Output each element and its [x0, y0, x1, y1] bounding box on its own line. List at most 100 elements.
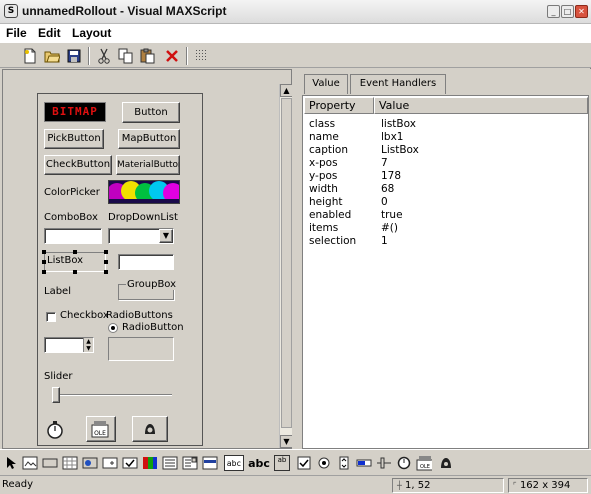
- mapbutton-tool-icon[interactable]: [62, 455, 78, 471]
- combobox-field[interactable]: [44, 228, 102, 244]
- maxscript-icon: S: [4, 4, 18, 18]
- delete-icon[interactable]: [162, 46, 182, 66]
- materialbutton-control[interactable]: MaterialButton: [116, 155, 180, 175]
- selection-handle[interactable]: [104, 250, 108, 254]
- label-tool-icon[interactable]: abc: [248, 455, 270, 471]
- property-value: lbx1: [381, 131, 404, 143]
- new-icon[interactable]: [20, 46, 40, 66]
- mapbutton-control[interactable]: MapButton: [118, 129, 180, 149]
- maximize-button[interactable]: □: [561, 5, 574, 18]
- edittext-tool-icon[interactable]: abc: [224, 455, 244, 471]
- activex-tool-icon[interactable]: OLE: [416, 455, 432, 471]
- slider-thumb[interactable]: [52, 387, 60, 403]
- pointer-icon[interactable]: [4, 455, 20, 471]
- groupbox-control[interactable]: GroupBox: [118, 279, 178, 300]
- timer-tool-icon[interactable]: [396, 455, 412, 471]
- slider-label: Slider: [44, 371, 73, 382]
- selection-handle[interactable]: [104, 270, 108, 274]
- menu-layout[interactable]: Layout: [72, 26, 111, 40]
- label-control: Label: [44, 286, 71, 297]
- spinner-tool-icon[interactable]: [102, 455, 118, 471]
- table-row[interactable]: enabled true: [303, 209, 588, 222]
- dropdownlist-field[interactable]: ▼: [108, 228, 174, 244]
- selection-handle[interactable]: [104, 260, 108, 264]
- table-row[interactable]: caption ListBox: [303, 144, 588, 157]
- slider-tool-icon[interactable]: [376, 455, 392, 471]
- spinner-field[interactable]: ▲ ▼: [44, 337, 94, 353]
- bitmap-tool-icon[interactable]: [22, 455, 38, 471]
- slider-track[interactable]: [52, 394, 172, 396]
- tab-value[interactable]: Value: [304, 74, 348, 94]
- property-name: items: [309, 222, 339, 234]
- timer-icon[interactable]: [46, 420, 64, 440]
- edittext-field[interactable]: [118, 254, 174, 270]
- listbox-control[interactable]: ListBox: [44, 252, 106, 272]
- pickbutton-control[interactable]: PickButton: [44, 129, 104, 149]
- menu-edit[interactable]: Edit: [38, 26, 61, 40]
- activex-control[interactable]: OLE: [86, 416, 116, 442]
- button-control[interactable]: Button: [122, 102, 180, 123]
- table-row[interactable]: height 0: [303, 196, 588, 209]
- listbox-tool-icon[interactable]: [202, 455, 218, 471]
- radiobuttons-label: RadioButtons: [106, 310, 173, 321]
- colorpicker-label: ColorPicker: [44, 187, 100, 198]
- multilist-control[interactable]: [108, 337, 174, 361]
- imgtag-control[interactable]: [132, 416, 168, 442]
- open-icon[interactable]: [42, 46, 62, 66]
- scroll-thumb[interactable]: [281, 98, 292, 428]
- column-header-value[interactable]: Value: [374, 97, 588, 114]
- selection-handle[interactable]: [73, 270, 77, 274]
- pickbutton-tool-icon[interactable]: [82, 455, 98, 471]
- selection-handle[interactable]: [42, 260, 46, 264]
- table-row[interactable]: y-pos 178: [303, 170, 588, 183]
- checkbutton-tool-icon[interactable]: [122, 455, 138, 471]
- save-icon[interactable]: [64, 46, 84, 66]
- spinner-arrows-icon[interactable]: ▲ ▼: [83, 338, 93, 352]
- property-value: true: [381, 209, 403, 221]
- combobox-tool-icon[interactable]: [162, 455, 178, 471]
- close-button[interactable]: ✕: [575, 5, 588, 18]
- tab-event-handlers[interactable]: Event Handlers: [350, 74, 446, 94]
- visual-maxscript-window: S unnamedRollout - Visual MAXScript _ □ …: [0, 0, 591, 494]
- grid-icon[interactable]: [192, 46, 212, 66]
- table-row[interactable]: selection 1: [303, 235, 588, 248]
- radio-button-dot[interactable]: [108, 323, 118, 333]
- colorpicker-swatch[interactable]: [108, 180, 180, 204]
- table-row[interactable]: items #(): [303, 222, 588, 235]
- selection-handle[interactable]: [42, 270, 46, 274]
- spinner2-tool-icon[interactable]: [336, 455, 352, 471]
- property-name: width: [309, 183, 338, 195]
- radiobutton-tool-icon[interactable]: [316, 455, 332, 471]
- design-scrollbar[interactable]: ▲ ▼: [279, 84, 293, 448]
- minimize-button[interactable]: _: [547, 5, 560, 18]
- table-row[interactable]: class listBox: [303, 118, 588, 131]
- dropdown-tool-icon[interactable]: [182, 455, 198, 471]
- status-bar: Ready ┼ 1, 52 ⌜ 162 x 394: [0, 475, 591, 494]
- checkbox-tool-icon[interactable]: [296, 455, 312, 471]
- table-row[interactable]: x-pos 7: [303, 157, 588, 170]
- checkbutton-control[interactable]: CheckButton: [44, 155, 112, 175]
- imgtag-tool-icon[interactable]: [438, 455, 454, 471]
- selection-handle[interactable]: [73, 250, 77, 254]
- selection-handle[interactable]: [42, 250, 46, 254]
- size-icon: ⌜: [513, 481, 517, 490]
- checkbox-box[interactable]: [46, 312, 56, 322]
- progressbar-tool-icon[interactable]: [356, 455, 372, 471]
- copy-icon[interactable]: [116, 46, 136, 66]
- column-header-property[interactable]: Property: [304, 97, 374, 114]
- property-name: name: [309, 131, 339, 143]
- cut-icon[interactable]: [94, 46, 114, 66]
- colorpicker-tool-icon[interactable]: [142, 455, 158, 471]
- table-row[interactable]: name lbx1: [303, 131, 588, 144]
- title-bar[interactable]: S unnamedRollout - Visual MAXScript _ □ …: [0, 0, 591, 24]
- rollout-canvas[interactable]: BITMAP Button PickButton MapButton Check…: [23, 88, 277, 448]
- chevron-down-icon[interactable]: ▼: [159, 229, 173, 243]
- paste-icon[interactable]: [138, 46, 158, 66]
- button-tool-icon[interactable]: [42, 455, 58, 471]
- table-row[interactable]: width 68: [303, 183, 588, 196]
- menu-file[interactable]: File: [6, 26, 27, 40]
- bitmap-control[interactable]: BITMAP: [44, 102, 106, 122]
- property-value: ListBox: [381, 144, 419, 156]
- groupbox-tool-icon[interactable]: ab: [274, 455, 290, 471]
- toolbar-separator: [186, 47, 188, 65]
